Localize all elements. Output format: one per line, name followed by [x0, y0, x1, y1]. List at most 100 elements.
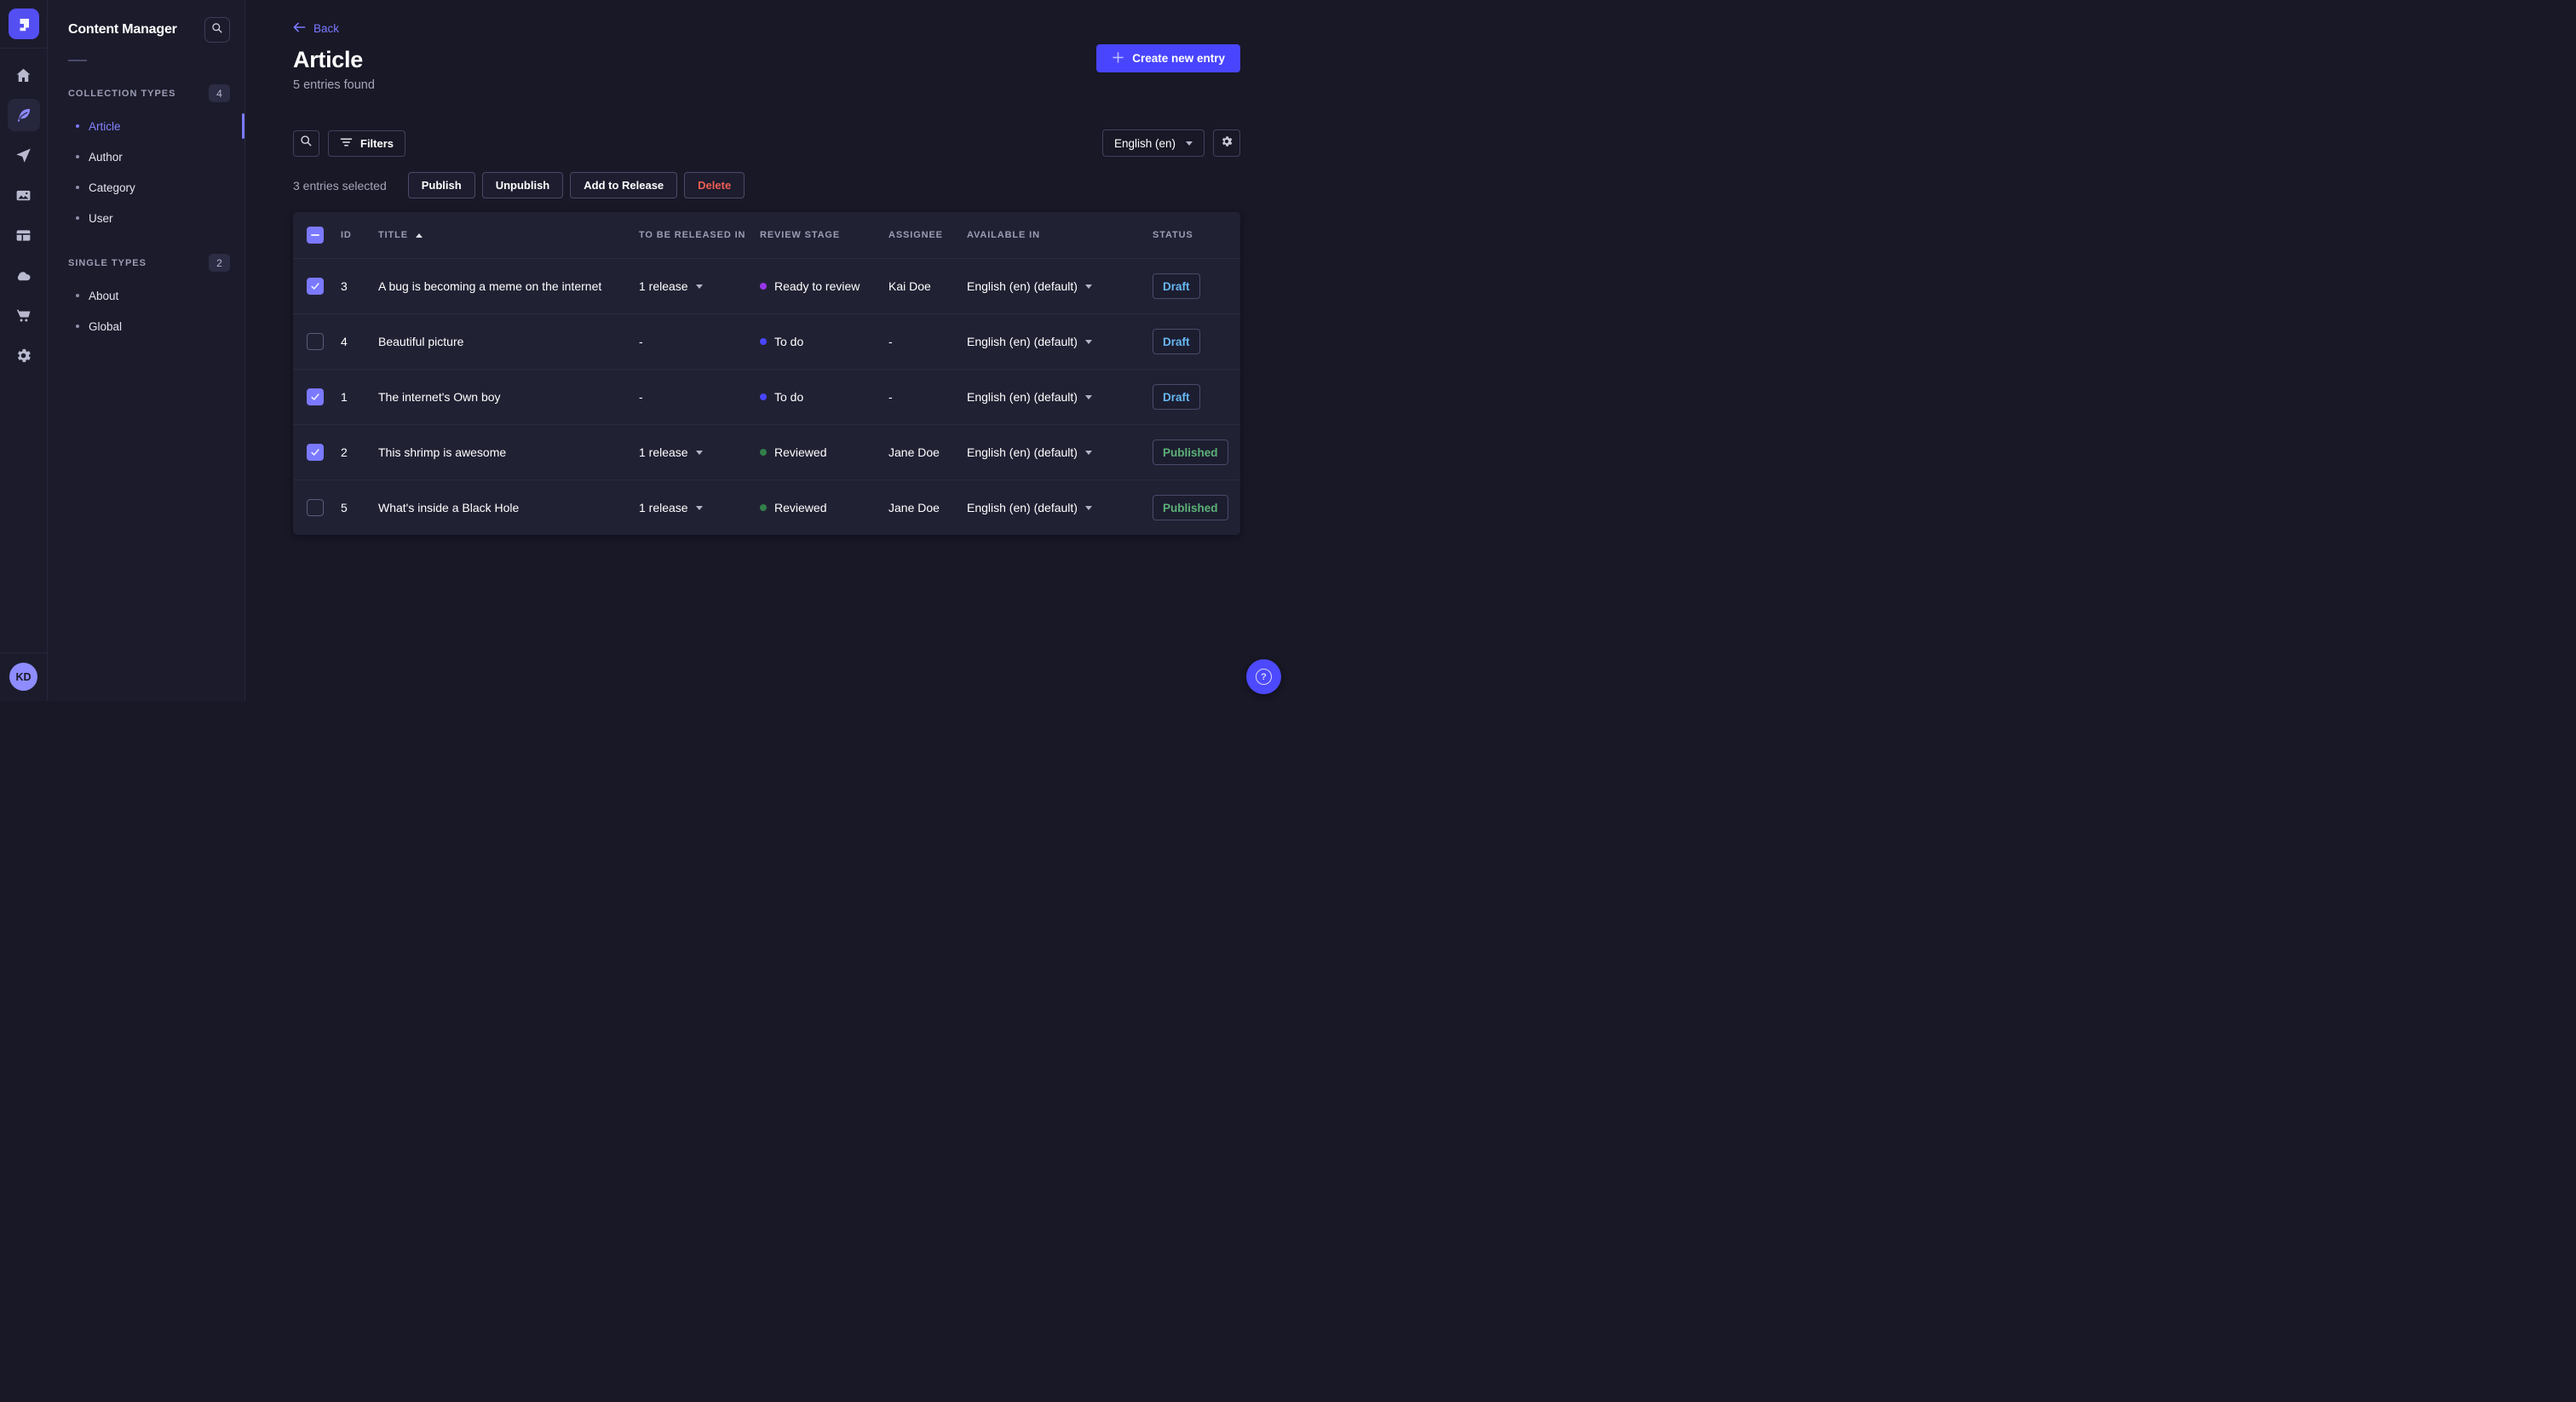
locale-select[interactable]: English (en) — [1101, 129, 1205, 157]
nav-content-type-builder-icon[interactable] — [8, 219, 40, 251]
stage-dot — [760, 338, 767, 345]
add-to-release-button[interactable]: Add to Release — [570, 172, 678, 198]
table-row[interactable]: 2 This shrimp is awesome 1 release Revie… — [293, 424, 1240, 480]
page-title: Article — [293, 47, 363, 72]
release-chevron-icon[interactable] — [695, 450, 703, 455]
row-available-in[interactable]: English (en) (default) — [967, 279, 1153, 293]
release-label: - — [639, 335, 643, 348]
nav-releases-icon[interactable] — [8, 139, 40, 171]
search-icon — [211, 22, 223, 38]
row-checkbox[interactable] — [307, 388, 324, 405]
release-chevron-icon[interactable] — [695, 505, 703, 510]
column-header-id[interactable]: ID — [341, 230, 378, 240]
bullet-icon — [76, 124, 79, 128]
strapi-logo-icon — [20, 19, 29, 32]
stage-label: Ready to review — [774, 279, 860, 293]
column-header-status[interactable]: STATUS — [1153, 230, 1240, 240]
row-release[interactable]: - — [639, 335, 760, 348]
row-checkbox[interactable] — [307, 499, 324, 516]
row-title[interactable]: The internet's Own boy — [378, 390, 639, 404]
column-header-stage[interactable]: REVIEW STAGE — [760, 230, 888, 240]
bullet-icon — [76, 325, 79, 328]
select-all-checkbox[interactable] — [307, 227, 324, 244]
unpublish-button[interactable]: Unpublish — [481, 172, 564, 198]
row-release[interactable]: 1 release — [639, 501, 760, 514]
section-label: SINGLE TYPES — [68, 257, 147, 268]
row-release[interactable]: 1 release — [639, 445, 760, 459]
available-chevron-icon[interactable] — [1084, 394, 1092, 399]
stage-dot — [760, 394, 767, 400]
row-review-stage: To do — [760, 335, 888, 348]
available-chevron-icon[interactable] — [1084, 339, 1092, 344]
nav-marketplace-icon[interactable] — [8, 299, 40, 331]
row-available-in[interactable]: English (en) (default) — [967, 335, 1153, 348]
release-chevron-icon[interactable] — [695, 284, 703, 289]
panel-search-button[interactable] — [204, 17, 230, 43]
help-button[interactable]: ? — [1246, 659, 1281, 694]
sidebar-item-article[interactable]: Article — [48, 111, 244, 141]
column-header-available[interactable]: AVAILABLE IN — [967, 230, 1153, 240]
row-title[interactable]: Beautiful picture — [378, 335, 639, 348]
table-search-button[interactable] — [293, 129, 319, 157]
row-review-stage: Reviewed — [760, 501, 888, 514]
row-assignee: Jane Doe — [888, 501, 940, 514]
row-available-in[interactable]: English (en) (default) — [967, 445, 1153, 459]
stage-label: To do — [774, 335, 804, 348]
row-checkbox[interactable] — [307, 278, 324, 295]
sidebar-item-label: User — [89, 211, 113, 225]
view-settings-button[interactable] — [1213, 129, 1240, 157]
table-header-row: ID TITLE TO BE RELEASED IN REVIEW STAGE … — [293, 212, 1240, 258]
column-header-release[interactable]: TO BE RELEASED IN — [639, 230, 760, 240]
nav-content-manager-icon[interactable] — [7, 99, 40, 131]
create-new-entry-label: Create new entry — [1132, 52, 1225, 65]
nav-settings-icon[interactable] — [8, 339, 40, 371]
available-chevron-icon[interactable] — [1084, 284, 1092, 289]
table-row[interactable]: 4 Beautiful picture - To do - English (e… — [293, 313, 1240, 369]
release-label: - — [639, 390, 643, 404]
user-avatar[interactable]: KD — [9, 663, 37, 691]
filters-button[interactable]: Filters — [328, 129, 406, 157]
sidebar-item-about[interactable]: About — [48, 280, 244, 311]
row-title[interactable]: What's inside a Black Hole — [378, 501, 639, 514]
back-link[interactable]: Back — [293, 22, 339, 35]
create-new-entry-button[interactable]: Create new entry — [1096, 44, 1240, 72]
row-id: 3 — [341, 279, 348, 293]
row-checkbox[interactable] — [307, 444, 324, 461]
available-chevron-icon[interactable] — [1084, 450, 1092, 455]
back-arrow-icon — [293, 22, 306, 35]
table-row[interactable]: 1 The internet's Own boy - To do - Engli… — [293, 369, 1240, 424]
row-checkbox[interactable] — [307, 333, 324, 350]
status-badge: Published — [1153, 440, 1228, 465]
stage-label: To do — [774, 390, 804, 404]
sidebar-item-user[interactable]: User — [48, 203, 244, 233]
column-header-title[interactable]: TITLE — [378, 230, 639, 240]
row-available-in[interactable]: English (en) (default) — [967, 390, 1153, 404]
column-header-assignee[interactable]: ASSIGNEE — [888, 230, 967, 240]
entries-table: ID TITLE TO BE RELEASED IN REVIEW STAGE … — [293, 212, 1240, 535]
status-badge: Draft — [1153, 273, 1200, 299]
publish-button[interactable]: Publish — [407, 172, 475, 198]
nav-media-library-icon[interactable] — [8, 179, 40, 211]
sidebar-item-author[interactable]: Author — [48, 141, 244, 172]
locale-value: English (en) — [1113, 136, 1176, 150]
sidebar-item-global[interactable]: Global — [48, 311, 244, 342]
available-chevron-icon[interactable] — [1084, 505, 1092, 510]
release-label: 1 release — [639, 501, 688, 514]
row-review-stage: To do — [760, 390, 888, 404]
table-row[interactable]: 5 What's inside a Black Hole 1 release R… — [293, 480, 1240, 535]
row-title[interactable]: This shrimp is awesome — [378, 445, 639, 459]
sidebar-item-category[interactable]: Category — [48, 172, 244, 203]
nav-home-icon[interactable] — [8, 59, 40, 91]
row-available-in[interactable]: English (en) (default) — [967, 501, 1153, 514]
table-row[interactable]: 3 A bug is becoming a meme on the intern… — [293, 258, 1240, 313]
stage-dot — [760, 449, 767, 456]
row-title[interactable]: A bug is becoming a meme on the internet — [378, 279, 639, 293]
row-release[interactable]: - — [639, 390, 760, 404]
strapi-logo[interactable] — [8, 9, 39, 39]
row-review-stage: Ready to review — [760, 279, 888, 293]
stage-label: Reviewed — [774, 501, 827, 514]
nav-deploy-icon[interactable] — [8, 259, 40, 291]
row-release[interactable]: 1 release — [639, 279, 760, 293]
entries-count: 5 entries found — [293, 78, 375, 92]
delete-button[interactable]: Delete — [684, 172, 745, 198]
